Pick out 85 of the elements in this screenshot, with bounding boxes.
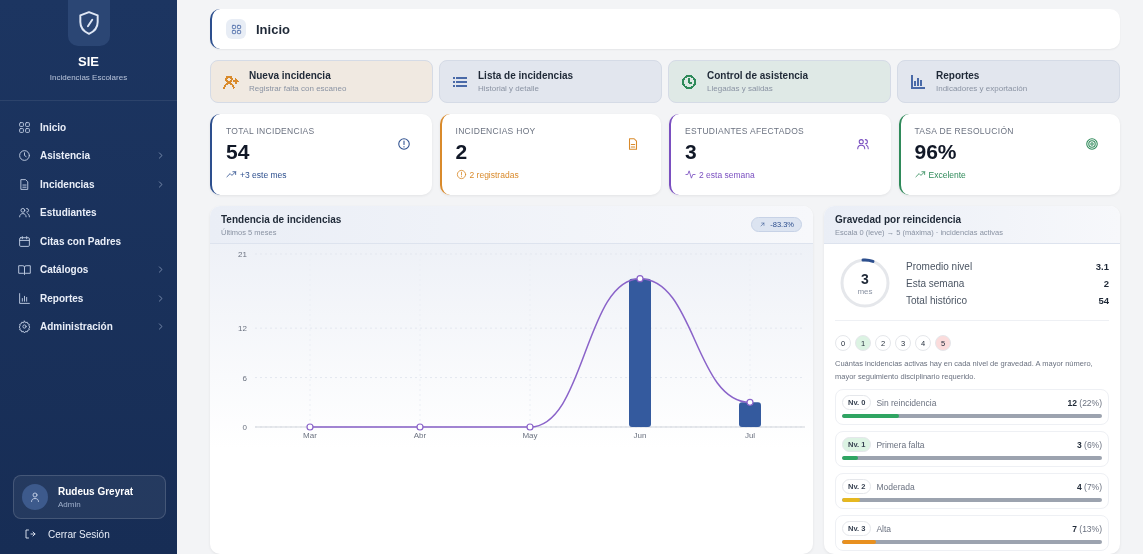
stat-note: 2 registradas [469,169,519,180]
nav-item[interactable]: Citas con Padres [18,227,165,256]
summary-value: 2 [1103,277,1109,289]
x-tick-label: Abr [413,431,427,440]
stat-value: 96% [914,140,958,164]
stat-label: ESTUDIANTES AFECTADOS [685,126,805,136]
summary-label: Promedio nivel [906,260,973,272]
chevron-icon [156,179,165,189]
ring-unit: mes [857,286,873,296]
y-tick-label: 0 [242,423,247,432]
stat-label: TASA DE RESOLUCIÓN [914,126,1014,136]
book-icon [18,263,31,277]
trend-up-icon [226,169,237,180]
bar [739,402,761,427]
trend-up-icon [914,169,926,180]
level-name: Alta [876,523,892,534]
alert-icon [455,169,467,180]
user-name: Rudeus Greyrat [58,485,134,497]
stat-value: 2 [455,140,469,164]
nav-item[interactable]: Catálogos [18,255,165,284]
x-tick-label: Jun [633,431,647,440]
nav-item[interactable]: Administración [18,312,165,341]
document-icon [18,177,31,191]
y-tick-label: 12 [238,324,247,334]
nav-item[interactable]: Asistencia [18,141,165,170]
stat-label: INCIDENCIAS HOY [455,126,536,136]
nav-item[interactable]: Reportes [18,284,165,313]
nav-item[interactable]: Incidencias [18,170,165,199]
user-role: Admin [58,499,82,509]
chevron-icon [156,322,165,332]
y-tick-label: 6 [242,373,247,383]
logout-button[interactable]: Cerrar Sesión [0,519,177,554]
quick-action-card[interactable]: Control de asistencia Llegadas y salidas [668,60,891,103]
stat-label: TOTAL INCIDENCIAS [226,126,315,136]
ring-value: 3 [861,270,869,287]
nav-item[interactable]: Inicio [18,113,165,142]
document-icon [626,137,640,151]
user-card[interactable]: Rudeus Greyrat Admin [13,475,166,519]
x-tick-label: Mar [303,431,317,440]
level-count: 7 (13%) [1072,523,1102,534]
clock-icon [18,149,31,163]
arrow-icon [759,221,767,228]
level-count: 12 (22%) [1067,397,1102,408]
nav-item[interactable]: Estudiantes [18,198,165,227]
grid-icon [230,23,242,35]
stat-note: Excelente [928,169,966,180]
level-name: Primera falta [876,439,925,450]
level-count: 3 (6%) [1076,439,1102,450]
level-name: Moderada [876,481,915,492]
users-icon [855,137,870,151]
app-name: SIE [78,54,99,69]
settings-icon [18,320,31,334]
card-title: Gravedad por reincidencia [835,214,963,225]
chevron-icon [156,265,165,275]
target-icon [1085,137,1099,151]
quick-action-card[interactable]: Lista de incidencias Historial y detalle [439,60,662,103]
pulse-icon [685,169,696,180]
bar-chart-icon [18,291,31,305]
x-tick-label: May [522,431,538,440]
y-tick-label: 21 [238,250,247,259]
stat-value: 3 [685,140,698,164]
summary-label: Esta semana [906,277,965,289]
card-title: Tendencia de incidencias [221,214,342,225]
grid-icon [18,120,31,134]
chevron-icon [156,293,165,303]
alert-icon [396,137,411,151]
logout-icon [24,528,36,540]
x-tick-label: Jul [744,431,756,440]
summary-value: 54 [1098,294,1109,306]
user-icon [29,491,41,503]
stat-note: 2 esta semana [699,169,755,180]
level-count: 4 (7%) [1076,481,1102,492]
calendar-icon [18,234,31,248]
summary-value: 3.1 [1095,260,1109,272]
summary-label: Total histórico [906,294,968,306]
page-title: Inicio [256,21,290,37]
stat-note: +3 este mes [240,169,287,180]
quick-action-card[interactable]: Reportes Indicadores y exportación [897,60,1120,103]
users-icon [18,206,31,220]
app-tagline: Incidencias Escolares [49,73,128,82]
quick-action-card[interactable]: Nueva incidencia Registrar falta con escaneo [210,60,433,103]
ring-gauge [838,256,892,310]
level-name: Sin reincidencia [876,397,937,408]
stat-value: 54 [226,140,251,164]
chevron-icon [156,151,165,161]
